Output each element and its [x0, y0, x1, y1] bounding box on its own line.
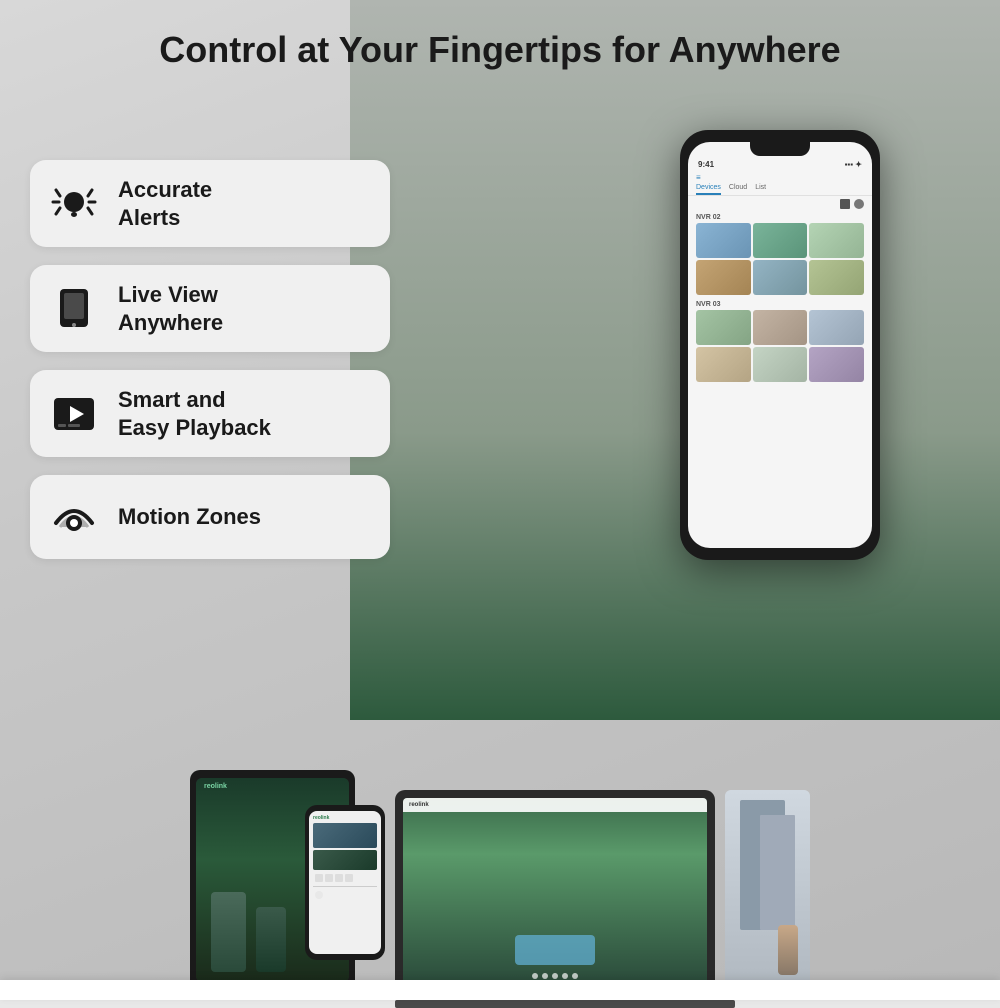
feature-item-live-view: Live ViewAnywhere	[30, 265, 390, 352]
phone-grid-1	[688, 223, 872, 295]
phone-tab-cloud[interactable]: Cloud	[729, 184, 747, 195]
phone-section2-label: NVR 03	[688, 299, 872, 310]
feature-item-motion: Motion Zones	[30, 475, 390, 559]
phone-cam-6	[809, 260, 864, 295]
device-door	[725, 790, 810, 990]
laptop-pool	[515, 935, 595, 965]
laptop-screen: reolink	[403, 798, 707, 985]
phone-cam-5	[753, 260, 808, 295]
laptop-logo-bar: reolink	[403, 798, 707, 812]
page-wrapper: Control at Your Fingertips for Anywhere	[0, 0, 1000, 1000]
small-phone-content: reolink	[309, 811, 381, 905]
feature-list: AccurateAlerts Live ViewAnywhere	[30, 160, 390, 559]
laptop-ctrl-5	[572, 973, 578, 979]
phone-icon	[48, 283, 100, 335]
phone-status-bar: 9:41 ▪▪▪ ✦	[688, 156, 872, 171]
motion-icon	[48, 491, 100, 543]
laptop-ctrl-4	[562, 973, 568, 979]
feature-label-alerts: AccurateAlerts	[118, 176, 212, 231]
small-phone-btn-2	[325, 874, 333, 882]
small-phone-btn-1	[315, 874, 323, 882]
phone-cam-1	[696, 223, 751, 258]
tablet-person-1	[211, 892, 246, 972]
phone-outer: 9:41 ▪▪▪ ✦ ≡ Devices Cloud List NVR 02	[680, 130, 880, 560]
tablet-person-2	[256, 907, 286, 972]
devices-section: reolink reolink	[0, 700, 1000, 1000]
device-phone-small: reolink	[305, 805, 385, 960]
phone-cam-10	[696, 347, 751, 382]
phone-toolbar	[688, 196, 872, 212]
alert-icon	[48, 178, 100, 230]
tablet-logo: reolink	[204, 783, 227, 790]
table-surface	[0, 980, 1000, 1000]
small-phone-logo: reolink	[313, 815, 377, 821]
phone-cam-12	[809, 347, 864, 382]
phone-screen: 9:41 ▪▪▪ ✦ ≡ Devices Cloud List NVR 02	[688, 142, 872, 548]
feature-item-playback: Smart andEasy Playback	[30, 370, 390, 457]
phone-nav-tabs: Devices Cloud List	[688, 184, 872, 196]
door-person	[778, 925, 798, 975]
phone-cam-7	[696, 310, 751, 345]
small-phone-cam	[313, 823, 377, 848]
phone-cam-8	[753, 310, 808, 345]
play-icon	[48, 388, 100, 440]
door-frame	[740, 800, 785, 930]
phone-cam-9	[809, 310, 864, 345]
laptop-controls	[532, 973, 578, 979]
small-phone-btn-3	[335, 874, 343, 882]
feature-label-live-view: Live ViewAnywhere	[118, 281, 223, 336]
laptop-content: reolink	[403, 798, 707, 985]
main-heading: Control at Your Fingertips for Anywhere	[0, 28, 1000, 71]
phone-mockup: 9:41 ▪▪▪ ✦ ≡ Devices Cloud List NVR 02	[660, 130, 940, 650]
feature-label-motion: Motion Zones	[118, 503, 261, 531]
laptop-ctrl-3	[552, 973, 558, 979]
phone-cam-11	[753, 347, 808, 382]
small-phone-home	[315, 891, 323, 899]
phone-cam-2	[753, 223, 808, 258]
small-phone-controls2	[313, 889, 377, 901]
feature-label-playback: Smart andEasy Playback	[118, 386, 271, 441]
small-phone-controls	[313, 872, 377, 884]
laptop-ctrl-2	[542, 973, 548, 979]
phone-menu-icon: ≡	[696, 173, 701, 182]
device-laptop: reolink	[395, 790, 715, 1000]
laptop-stand	[395, 1000, 735, 1008]
feature-item-alerts: AccurateAlerts	[30, 160, 390, 247]
small-phone-screen: reolink	[309, 811, 381, 954]
phone-tab-list[interactable]: List	[755, 184, 766, 195]
small-phone-divider	[313, 886, 377, 887]
phone-cam-4	[696, 260, 751, 295]
door-inner	[760, 815, 795, 930]
phone-time: 9:41	[698, 160, 714, 169]
phone-tab-devices[interactable]: Devices	[696, 184, 721, 195]
small-phone-btn-4	[345, 874, 353, 882]
small-phone-cam2	[313, 850, 377, 870]
laptop-housing: reolink	[395, 790, 715, 985]
phone-grid-icon	[840, 199, 850, 209]
phone-cam-3	[809, 223, 864, 258]
phone-section1-label: NVR 02	[688, 212, 872, 223]
phone-signal: ▪▪▪ ✦	[845, 160, 862, 169]
phone-notch	[750, 142, 810, 156]
door-content	[725, 790, 810, 990]
laptop-logo: reolink	[409, 802, 429, 808]
phone-settings-icon	[854, 199, 864, 209]
laptop-ctrl-1	[532, 973, 538, 979]
phone-grid-2	[688, 310, 872, 382]
